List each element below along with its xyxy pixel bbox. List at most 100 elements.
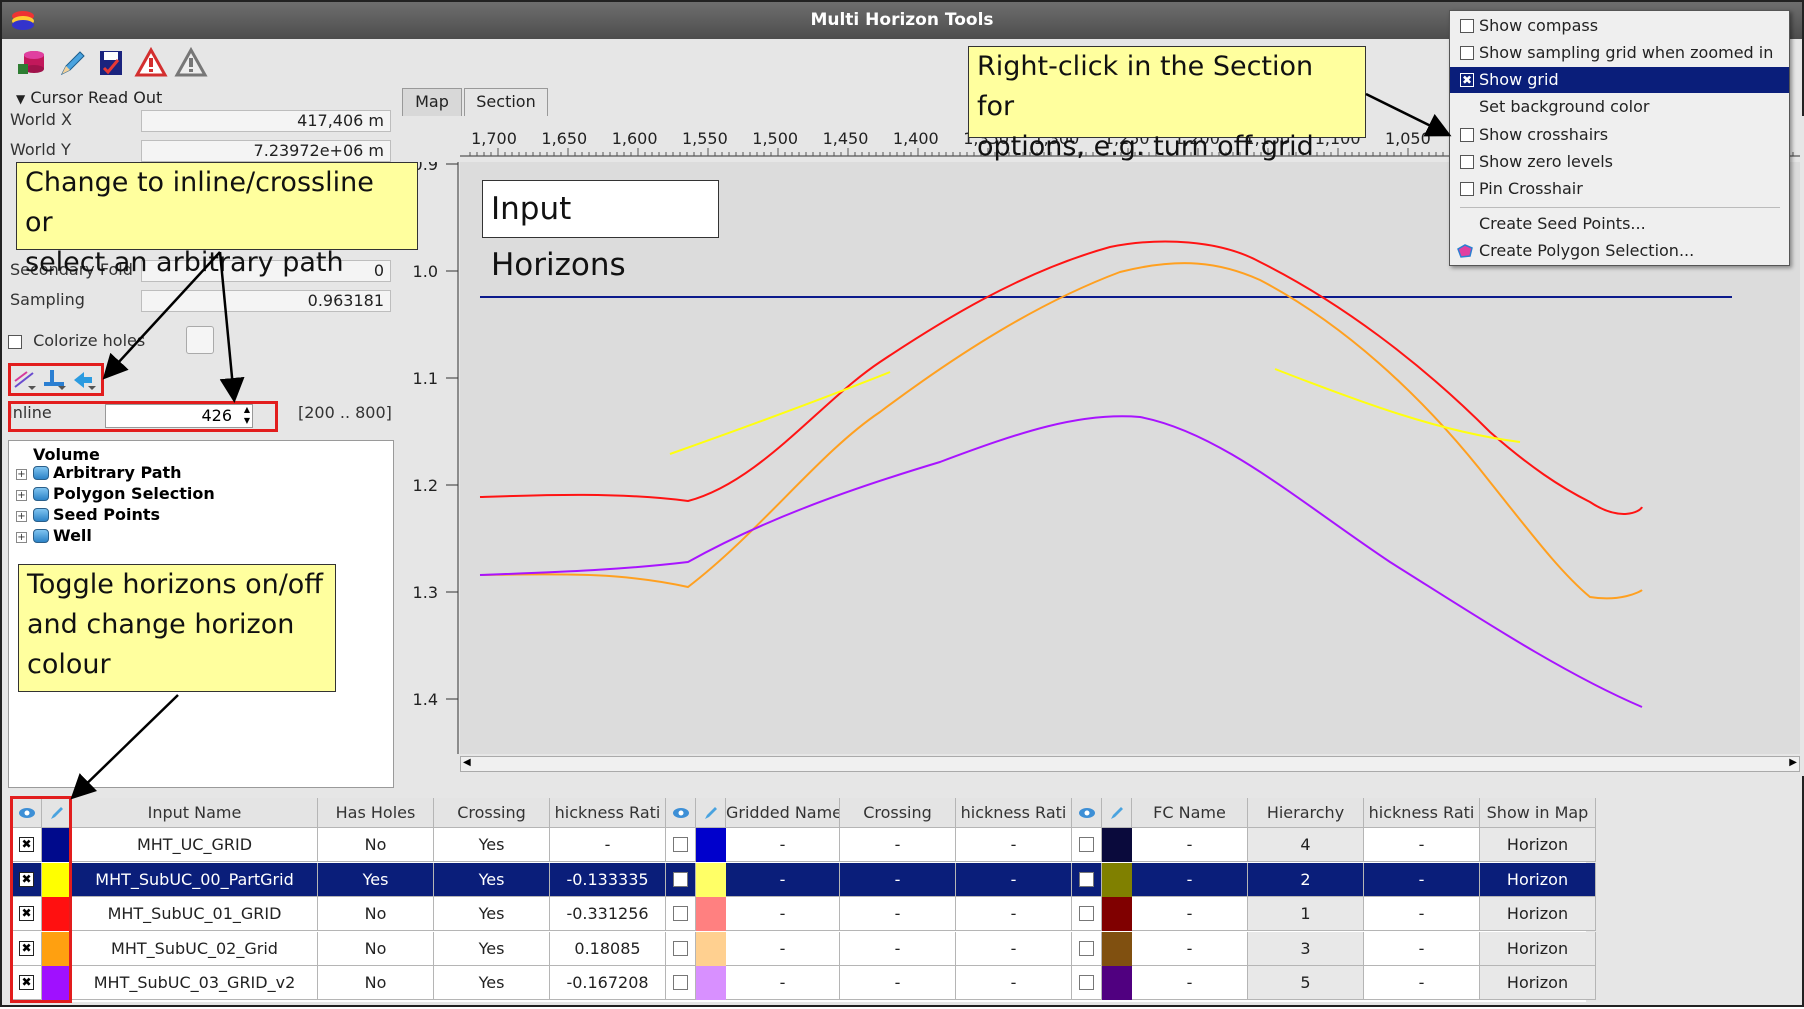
scroll-right-icon[interactable]: ▶ xyxy=(1789,757,1797,768)
table-cell-hierarchy[interactable]: 2 xyxy=(1248,862,1364,897)
table-cell-g-name[interactable]: - xyxy=(726,862,840,897)
checkbox[interactable] xyxy=(1460,46,1474,60)
menu-show-compass[interactable]: Show compass xyxy=(1450,13,1789,39)
table-cell-fc-name[interactable]: - xyxy=(1132,897,1248,932)
menu-show-zero-levels[interactable]: Show zero levels xyxy=(1450,149,1789,175)
table-cell-ratio[interactable]: -0.133335 xyxy=(550,862,666,897)
table-cell-hierarchy[interactable]: 4 xyxy=(1248,828,1364,862)
col-show-in-map[interactable]: Show in Map xyxy=(1480,798,1596,828)
table-cell-fc-name[interactable]: - xyxy=(1132,862,1248,897)
table-cell-g-ratio[interactable]: - xyxy=(956,966,1072,1001)
menu-set-background-color[interactable]: Set background color xyxy=(1450,94,1789,120)
table-cell-show[interactable]: Horizon xyxy=(1480,897,1596,932)
table-cell-holes[interactable]: No xyxy=(318,931,434,966)
fc-color-swatch[interactable] xyxy=(1102,828,1132,862)
colorize-holes-checkbox[interactable] xyxy=(8,334,22,349)
fc-visibility-cell[interactable] xyxy=(1072,966,1102,1001)
tree-item-seed-points[interactable]: Seed Points xyxy=(53,505,160,524)
grid-visibility-checkbox[interactable] xyxy=(673,837,688,852)
grid-visibility-cell[interactable] xyxy=(666,931,696,966)
table-cell-crossing[interactable]: Yes xyxy=(434,828,550,862)
warning-red-icon[interactable] xyxy=(134,46,168,80)
grid-visibility-checkbox[interactable] xyxy=(673,906,688,922)
fc-color-swatch[interactable] xyxy=(1102,966,1132,1001)
grid-color-swatch[interactable] xyxy=(696,931,726,966)
table-cell-fc-ratio[interactable]: - xyxy=(1364,931,1480,966)
table-cell-name[interactable]: MHT_SubUC_01_GRID xyxy=(72,897,318,932)
col-hierarchy[interactable]: Hierarchy xyxy=(1248,798,1364,828)
fc-visibility-checkbox[interactable] xyxy=(1079,940,1094,956)
fc-visibility-checkbox[interactable] xyxy=(1079,871,1094,887)
fc-visibility-checkbox[interactable] xyxy=(1079,906,1094,922)
tree-item-arbitrary-path[interactable]: Arbitrary Path xyxy=(53,463,182,482)
table-cell-crossing[interactable]: Yes xyxy=(434,931,550,966)
col-input-name[interactable]: Input Name xyxy=(72,798,318,828)
table-cell-name[interactable]: MHT_SubUC_00_PartGrid xyxy=(72,862,318,897)
eye-icon[interactable] xyxy=(666,798,696,828)
table-cell-g-ratio[interactable]: - xyxy=(956,828,1072,862)
expand-icon[interactable]: + xyxy=(16,511,27,522)
expand-icon[interactable]: + xyxy=(16,532,27,543)
grid-color-swatch[interactable] xyxy=(696,828,726,862)
fc-color-swatch[interactable] xyxy=(1102,862,1132,897)
table-cell-fc-ratio[interactable]: - xyxy=(1364,828,1480,862)
table-cell-crossing[interactable]: Yes xyxy=(434,897,550,932)
table-cell-g-ratio[interactable]: - xyxy=(956,897,1072,932)
table-cell-ratio[interactable]: - xyxy=(550,828,666,862)
grid-visibility-checkbox[interactable] xyxy=(673,871,688,887)
table-cell-crossing[interactable]: Yes xyxy=(434,862,550,897)
menu-show-sampling-grid[interactable]: Show sampling grid when zoomed in xyxy=(1450,40,1789,66)
table-cell-fc-ratio[interactable]: - xyxy=(1364,966,1480,1001)
menu-show-grid[interactable]: ✖ Show grid xyxy=(1450,67,1789,93)
table-cell-fc-ratio[interactable]: - xyxy=(1364,862,1480,897)
fc-visibility-checkbox[interactable] xyxy=(1079,975,1094,991)
table-cell-fc-name[interactable]: - xyxy=(1132,966,1248,1001)
fc-visibility-cell[interactable] xyxy=(1072,862,1102,897)
tab-section[interactable]: Section xyxy=(464,88,548,118)
tree-item-well[interactable]: Well xyxy=(53,526,92,545)
col-crossing-2[interactable]: Crossing xyxy=(840,798,956,828)
table-cell-hierarchy[interactable]: 3 xyxy=(1248,931,1364,966)
cursor-readout-group[interactable]: ▼ Cursor Read Out xyxy=(16,88,162,107)
hole-color-button[interactable] xyxy=(186,326,214,354)
expand-icon[interactable]: + xyxy=(16,490,27,501)
menu-create-seed-points[interactable]: Create Seed Points... xyxy=(1450,211,1789,237)
checkbox[interactable] xyxy=(1460,155,1474,169)
col-fc-name[interactable]: FC Name xyxy=(1132,798,1248,828)
tree-item-polygon-selection[interactable]: Polygon Selection xyxy=(53,484,215,503)
menu-show-crosshairs[interactable]: Show crosshairs xyxy=(1450,122,1789,148)
table-cell-fc-name[interactable]: - xyxy=(1132,931,1248,966)
table-cell-holes[interactable]: No xyxy=(318,897,434,932)
warning-grey-icon[interactable] xyxy=(174,46,208,80)
table-cell-g-cross[interactable]: - xyxy=(840,862,956,897)
fc-visibility-cell[interactable] xyxy=(1072,897,1102,932)
table-cell-hierarchy[interactable]: 1 xyxy=(1248,897,1364,932)
colorize-holes-row[interactable]: Colorize holes xyxy=(8,331,145,350)
table-cell-hierarchy[interactable]: 5 xyxy=(1248,966,1364,1001)
table-cell-g-cross[interactable]: - xyxy=(840,828,956,862)
table-cell-name[interactable]: MHT_UC_GRID xyxy=(72,828,318,862)
table-cell-g-name[interactable]: - xyxy=(726,897,840,932)
save-icon[interactable] xyxy=(94,46,128,80)
table-cell-crossing[interactable]: Yes xyxy=(434,966,550,1001)
fc-color-swatch[interactable] xyxy=(1102,931,1132,966)
menu-pin-crosshair[interactable]: Pin Crosshair xyxy=(1450,176,1789,202)
col-has-holes[interactable]: Has Holes xyxy=(318,798,434,828)
fc-color-swatch[interactable] xyxy=(1102,897,1132,932)
tab-map[interactable]: Map xyxy=(402,88,462,116)
grid-visibility-checkbox[interactable] xyxy=(673,940,688,956)
checkbox[interactable] xyxy=(1460,19,1474,33)
fc-visibility-cell[interactable] xyxy=(1072,828,1102,862)
table-cell-g-ratio[interactable]: - xyxy=(956,931,1072,966)
menu-create-polygon-selection[interactable]: Create Polygon Selection... xyxy=(1450,238,1789,264)
grid-visibility-cell[interactable] xyxy=(666,897,696,932)
table-cell-g-name[interactable]: - xyxy=(726,931,840,966)
database-icon[interactable] xyxy=(14,46,48,80)
table-cell-g-cross[interactable]: - xyxy=(840,931,956,966)
expand-icon[interactable]: + xyxy=(16,469,27,480)
fc-visibility-checkbox[interactable] xyxy=(1079,837,1094,852)
grid-color-swatch[interactable] xyxy=(696,966,726,1001)
tree-root-volume[interactable]: Volume xyxy=(33,445,100,464)
table-cell-fc-ratio[interactable]: - xyxy=(1364,897,1480,932)
col-thickness-ratio-3[interactable]: hickness Rati xyxy=(1364,798,1480,828)
